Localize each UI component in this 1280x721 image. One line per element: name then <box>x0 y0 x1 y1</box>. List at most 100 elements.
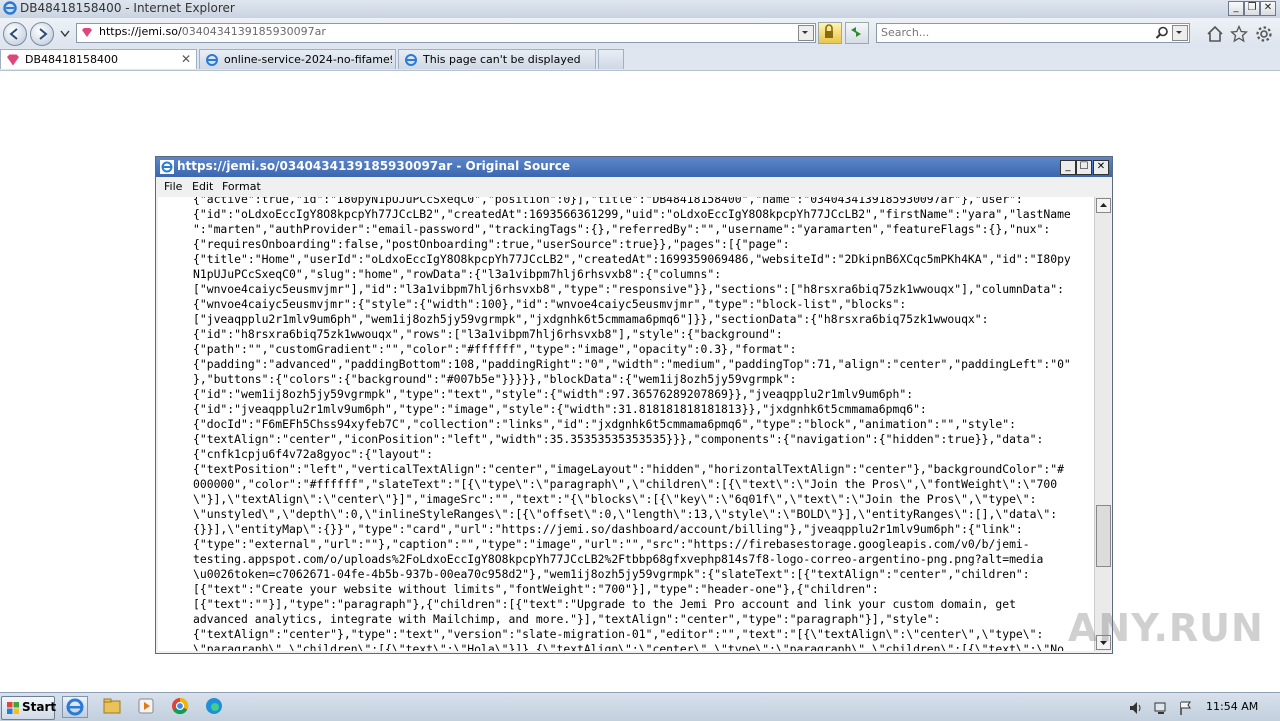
source-minimize-button[interactable]: _ <box>1060 160 1076 175</box>
address-dropdown-button[interactable] <box>798 25 814 41</box>
address-bar[interactable]: https://jemi.so/0340434139185930097ar <box>76 23 816 43</box>
source-maximize-button[interactable]: ☐ <box>1076 160 1092 175</box>
source-line: [{"text":"Create your website without li… <box>193 582 879 596</box>
source-line: {"docId":"F6mEFh5Chss94xyfeb7C","collect… <box>193 417 1016 431</box>
source-line: {"title":"Home","userId":"oLdxoEccIgY8O8… <box>193 252 1071 266</box>
source-line: ":"marten","authProvider":"email-passwor… <box>193 222 1051 236</box>
source-line: {"wnvoe4caiyc5eusmvjmr":{"style":{"width… <box>193 297 907 311</box>
taskbar: Start 11:54 AM <box>0 692 1280 721</box>
tab-label: This page can't be displayed <box>423 53 581 66</box>
scroll-thumb[interactable] <box>1096 505 1111 567</box>
source-line: \"}],\"textAlign\":\"center\"}]","imageS… <box>193 492 1037 506</box>
refresh-button[interactable] <box>845 22 869 44</box>
url-host: https://jemi.so/ <box>99 25 182 38</box>
source-line: {"id":"jveaqpplu2r1mlv9um6ph","type":"im… <box>193 402 927 416</box>
source-window-title: https://jemi.so/0340434139185930097ar - … <box>177 159 570 173</box>
taskbar-edge[interactable] <box>202 696 228 718</box>
internet-explorer-icon <box>66 698 84 716</box>
clock: 11:54 AM <box>1206 700 1259 713</box>
favorites-star-icon[interactable] <box>1230 25 1248 43</box>
tab-bar: DB48418158400 ✕ online-service-2024-no-f… <box>0 48 1280 71</box>
network-icon[interactable] <box>1153 700 1169 716</box>
internet-explorer-icon <box>160 160 174 174</box>
back-button[interactable] <box>3 22 27 46</box>
security-lock-button[interactable] <box>818 22 842 44</box>
start-button[interactable]: Start <box>1 696 57 720</box>
watermark: ANY.RUN <box>1068 606 1264 650</box>
source-window-title-bar[interactable]: https://jemi.so/0340434139185930097ar - … <box>156 157 1112 177</box>
source-code-lines: {"active":true,"id":"I80pyN1pUJuPCcSxeqC… <box>193 197 1071 651</box>
source-line: [{"text":""}],"type":"paragraph"},{"chil… <box>193 597 1016 611</box>
menu-edit[interactable]: Edit <box>192 180 213 193</box>
chrome-icon <box>172 697 189 715</box>
url-path: 0340434139185930097ar <box>181 25 326 38</box>
back-arrow-icon <box>9 28 18 40</box>
menu-format[interactable]: Format <box>222 180 261 193</box>
volume-icon[interactable] <box>1128 700 1144 716</box>
history-dropdown-icon[interactable] <box>60 30 70 38</box>
chevron-down-icon <box>1176 31 1182 34</box>
tab-db48418158400[interactable]: DB48418158400 ✕ <box>0 49 197 69</box>
source-line: {"textPosition":"left","verticalTextAlig… <box>193 462 1064 476</box>
tab-page-cant-be-displayed[interactable]: This page can't be displayed <box>398 49 596 69</box>
ie-title-bar: DB48418158400 - Internet Explorer _ ❐ ✕ <box>0 0 1280 18</box>
window-title: DB48418158400 - Internet Explorer <box>20 1 235 15</box>
source-line: advanced analytics, integrate with Mailc… <box>193 612 941 626</box>
forward-button[interactable] <box>30 22 54 46</box>
vertical-scrollbar[interactable] <box>1094 197 1111 651</box>
windows-logo-icon <box>7 702 19 714</box>
source-line: ["jveaqpplu2r1mlv9um6ph","wem1ij8ozh5jy5… <box>193 312 989 326</box>
internet-explorer-icon <box>405 54 417 66</box>
tab-label: DB48418158400 <box>25 53 119 66</box>
source-line: \"unstyled\",\"depth\":0,\"inlineStyleRa… <box>193 507 1058 521</box>
menu-file[interactable]: File <box>164 180 182 193</box>
tab-label: online-service-2024-no-fifame9... <box>224 53 392 66</box>
taskbar-internet-explorer[interactable] <box>62 696 88 718</box>
source-line: {}}],\"entityMap\":{}}","type":"card","u… <box>193 522 1023 536</box>
tab-online-service[interactable]: online-service-2024-no-fifame9... <box>199 49 396 69</box>
source-line: \"paragraph\",\"children\":[{\"text\":\"… <box>193 642 1064 651</box>
source-line: {"cnfk1cpju6f4v72a8gyoc":{"layout": <box>193 447 434 461</box>
minimize-button[interactable]: _ <box>1228 1 1244 16</box>
source-line: },"buttons":{"colors":{"background":"#00… <box>193 372 797 386</box>
taskbar-file-explorer[interactable] <box>100 696 126 718</box>
source-line: {"id":"wem1ij8ozh5jy59vgrmpk","type":"te… <box>193 387 914 401</box>
source-close-button[interactable]: ✕ <box>1093 160 1109 175</box>
source-line: N1pUJuPCcSxeqC0","slug":"home","rowData"… <box>193 267 722 281</box>
source-line: {"textAlign":"center","iconPosition":"le… <box>193 432 1044 446</box>
source-line: {"id":"oLdxoEccIgY8O8kpcpYh77JCcLB2","cr… <box>193 207 1071 221</box>
internet-explorer-icon <box>206 54 218 66</box>
edge-icon <box>206 698 222 714</box>
scroll-up-button[interactable] <box>1096 198 1111 213</box>
new-tab-button[interactable] <box>598 49 624 69</box>
site-favicon <box>82 28 92 37</box>
source-line: ["wnvoe4caiyc5eusmvjmr"],"id":"l3a1vibpm… <box>193 282 1064 296</box>
internet-explorer-icon <box>3 1 17 15</box>
taskbar-chrome[interactable] <box>168 696 194 718</box>
close-button[interactable]: ✕ <box>1260 1 1276 16</box>
action-center-flag-icon[interactable] <box>1178 700 1194 716</box>
settings-gear-icon[interactable] <box>1255 25 1273 43</box>
scroll-up-arrow-icon <box>1100 203 1107 207</box>
source-code-area[interactable]: {"active":true,"id":"I80pyN1pUJuPCcSxeqC… <box>158 197 1094 651</box>
search-placeholder: Search... <box>881 26 930 39</box>
chevron-down-icon <box>802 31 808 34</box>
source-line: \u0026token=c7062671-04fe-4b5b-937b-00ea… <box>193 567 1030 581</box>
refresh-icon <box>851 27 861 37</box>
forward-arrow-icon <box>39 28 48 40</box>
address-url[interactable]: https://jemi.so/0340434139185930097ar <box>99 25 326 38</box>
start-label: Start <box>22 700 57 714</box>
taskbar-media-player[interactable] <box>134 696 160 718</box>
site-favicon <box>7 54 19 66</box>
search-dropdown-button[interactable] <box>1172 25 1188 41</box>
restore-button[interactable]: ❐ <box>1244 1 1260 16</box>
close-tab-icon[interactable]: ✕ <box>181 52 191 66</box>
source-line: {"requiresOnboarding":false,"postOnboard… <box>193 237 790 251</box>
source-line: {"type":"external","url":""},"caption":"… <box>193 537 1030 551</box>
home-icon[interactable] <box>1206 25 1224 43</box>
source-menu-bar: File Edit Format <box>156 177 1112 197</box>
search-box[interactable]: Search... <box>876 23 1190 43</box>
search-icon[interactable] <box>1155 26 1169 40</box>
source-line: 000000","color":"#ffffff","slateText":"[… <box>193 477 1058 491</box>
source-line: {"padding":"advanced","paddingBottom":10… <box>193 357 1071 371</box>
